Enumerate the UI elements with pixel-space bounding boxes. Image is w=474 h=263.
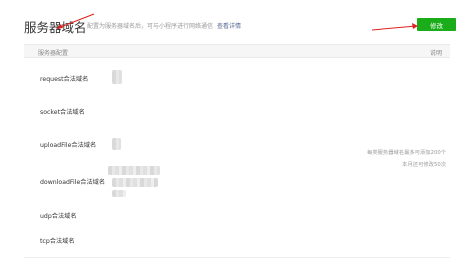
annotation-arrows	[56, 13, 418, 31]
arrow-to-modify-button	[371, 23, 418, 31]
arrow-to-title	[56, 13, 95, 29]
